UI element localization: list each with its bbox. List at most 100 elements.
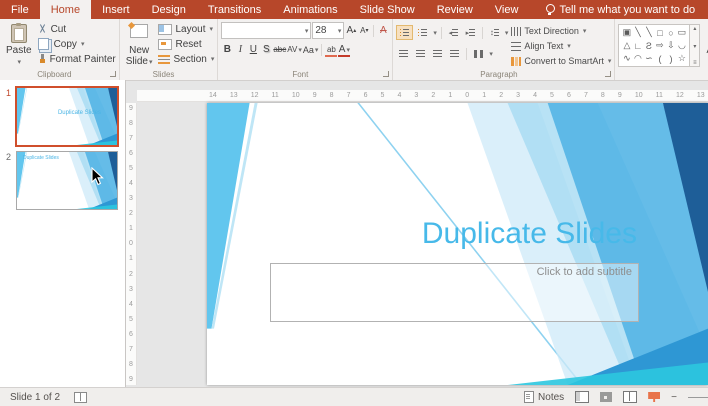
vertical-ruler[interactable]: 9876543210123456789	[126, 103, 137, 385]
shape-glyph-r3-3[interactable]: (	[654, 52, 665, 65]
normal-view-button[interactable]	[575, 391, 589, 403]
shape-glyph-r3-5[interactable]: ☆	[676, 52, 687, 65]
font-dialog-launcher-icon[interactable]	[383, 71, 389, 77]
paragraph-dialog-launcher-icon[interactable]	[605, 71, 611, 77]
justify-button[interactable]	[447, 47, 462, 60]
align-text-label: Align Text	[524, 41, 563, 51]
align-center-button[interactable]	[413, 47, 428, 60]
reading-view-button[interactable]	[623, 391, 637, 403]
shrink-font-button[interactable]: A▾	[358, 24, 370, 38]
shapes-scroll-up-icon[interactable]: ▴	[693, 25, 696, 32]
align-text-button[interactable]: Align Text ▾	[511, 39, 611, 53]
decrease-indent-button[interactable]: ◂	[446, 26, 461, 39]
text-shadow-button[interactable]: S	[260, 43, 272, 57]
line-spacing-button[interactable]: ↕	[487, 26, 502, 39]
font-color-arrow[interactable]: ▾	[346, 46, 350, 54]
tab-view[interactable]: View	[484, 0, 530, 19]
shape-glyph-r3-1[interactable]: ◠	[632, 52, 643, 65]
tell-me-box[interactable]: Tell me what you want to do	[545, 0, 695, 19]
text-direction-button[interactable]: Text Direction ▾	[511, 24, 611, 38]
reset-button[interactable]: Reset	[158, 37, 214, 51]
grow-font-button[interactable]: A▴	[345, 24, 357, 38]
copy-dropdown-arrow[interactable]: ▾	[81, 40, 85, 48]
slide-canvas[interactable]: Duplicate Slides Click to add subtitle	[207, 103, 708, 385]
format-painter-button[interactable]: Format Painter	[38, 52, 116, 66]
convert-smartart-label: Convert to SmartArt	[524, 56, 604, 66]
line-spacing-arrow[interactable]: ▾	[505, 29, 509, 37]
horizontal-ruler[interactable]: 1413121110987654321012345678910111213	[137, 90, 708, 102]
cut-button[interactable]: Cut	[38, 22, 116, 36]
change-case-button[interactable]: Aa▾	[303, 43, 319, 57]
new-slide-dropdown-arrow[interactable]: ▾	[149, 59, 153, 66]
shape-glyph-r2-5[interactable]: ◡	[676, 39, 687, 52]
subtitle-placeholder[interactable]: Click to add subtitle	[270, 263, 639, 322]
slide-title-text[interactable]: Duplicate Slides	[422, 217, 637, 251]
bullets-button[interactable]	[396, 25, 413, 40]
copy-button[interactable]: Copy ▾	[38, 37, 116, 51]
arrange-button[interactable]: Arrange ▾	[703, 22, 708, 70]
clear-formatting-button[interactable]: A	[377, 24, 389, 38]
convert-smartart-button[interactable]: Convert to SmartArt ▾	[511, 54, 611, 68]
text-highlight-color-button[interactable]: ab	[325, 43, 337, 57]
shape-glyph-r3-0[interactable]: ∿	[621, 52, 632, 65]
shape-glyph-r3-4[interactable]: )	[665, 52, 676, 65]
align-right-button[interactable]	[430, 47, 445, 60]
zoom-out-button[interactable]: −	[671, 392, 677, 403]
character-spacing-button[interactable]: AV▾	[287, 43, 302, 57]
tab-animations[interactable]: Animations	[272, 0, 348, 19]
shapes-scroll-down-icon[interactable]: ▾	[693, 43, 696, 50]
text-direction-icon	[511, 27, 521, 36]
shape-glyph-r1-5[interactable]: ▭	[676, 26, 687, 39]
shape-glyph-r1-3[interactable]: □	[654, 26, 665, 39]
tab-home[interactable]: Home	[40, 0, 91, 19]
tab-slide-show[interactable]: Slide Show	[349, 0, 426, 19]
shape-glyph-r1-1[interactable]: ╲	[632, 26, 643, 39]
underline-button[interactable]: U	[247, 43, 259, 57]
clipboard-dialog-launcher-icon[interactable]	[110, 71, 116, 77]
layout-button[interactable]: Layout ▾	[158, 22, 214, 36]
zoom-slider[interactable]	[688, 397, 708, 398]
align-left-button[interactable]	[396, 47, 411, 60]
section-button[interactable]: Section ▾	[158, 52, 214, 66]
shapes-gallery[interactable]: ▣╲╲□○▭ △∟Ƨ⇨⇩◡ ∿◠∽()☆	[618, 24, 690, 67]
reset-icon	[158, 39, 172, 50]
paragraph-group: ▾ ◂ ▸ ↕ ▾ ▾ Text Direction	[393, 19, 615, 80]
shape-glyph-r2-3[interactable]: ⇨	[654, 39, 665, 52]
font-color-button[interactable]: A▾	[338, 43, 350, 57]
shape-glyph-r2-0[interactable]: △	[621, 39, 632, 52]
tab-review[interactable]: Review	[426, 0, 484, 19]
strikethrough-button[interactable]: abc	[273, 43, 286, 57]
shape-glyph-r2-2[interactable]: Ƨ	[643, 39, 654, 52]
proofing-icon[interactable]	[74, 392, 87, 403]
numbering-button[interactable]	[415, 26, 430, 39]
shapes-more-icon[interactable]: ≡	[693, 60, 697, 66]
shape-glyph-r1-4[interactable]: ○	[665, 26, 676, 39]
shape-glyph-r1-2[interactable]: ╲	[643, 26, 654, 39]
font-name-combo[interactable]: ▾	[221, 22, 311, 39]
slide-show-button[interactable]	[648, 392, 660, 402]
slide-sorter-view-button[interactable]	[600, 392, 612, 402]
font-size-combo[interactable]: 28 ▾	[312, 22, 344, 39]
new-slide-button[interactable]: New Slide▾	[123, 22, 156, 70]
thumbnail-slide-1[interactable]: Duplicate Slides	[17, 88, 117, 145]
italic-button[interactable]: I	[234, 43, 246, 57]
tab-transitions[interactable]: Transitions	[197, 0, 272, 19]
numbering-arrow[interactable]: ▾	[433, 29, 437, 37]
increase-indent-button[interactable]: ▸	[463, 26, 478, 39]
tab-file[interactable]: File	[0, 0, 40, 19]
font-name-dropdown-arrow[interactable]: ▾	[305, 27, 309, 35]
tab-design[interactable]: Design	[141, 0, 197, 19]
columns-button[interactable]	[471, 47, 486, 60]
tab-insert[interactable]: Insert	[91, 0, 141, 19]
paste-dropdown-arrow[interactable]: ▾	[18, 59, 22, 66]
shape-glyph-r2-4[interactable]: ⇩	[665, 39, 676, 52]
notes-label: Notes	[538, 392, 564, 403]
bold-button[interactable]: B	[221, 43, 233, 57]
shape-glyph-r3-2[interactable]: ∽	[643, 52, 654, 65]
columns-arrow[interactable]: ▾	[489, 50, 493, 58]
paste-button[interactable]: Paste ▾	[3, 22, 35, 70]
shape-glyph-r1-0[interactable]: ▣	[621, 26, 632, 39]
notes-button[interactable]: Notes	[524, 391, 564, 403]
font-size-dropdown-arrow[interactable]: ▾	[338, 27, 342, 35]
shape-glyph-r2-1[interactable]: ∟	[632, 39, 643, 52]
